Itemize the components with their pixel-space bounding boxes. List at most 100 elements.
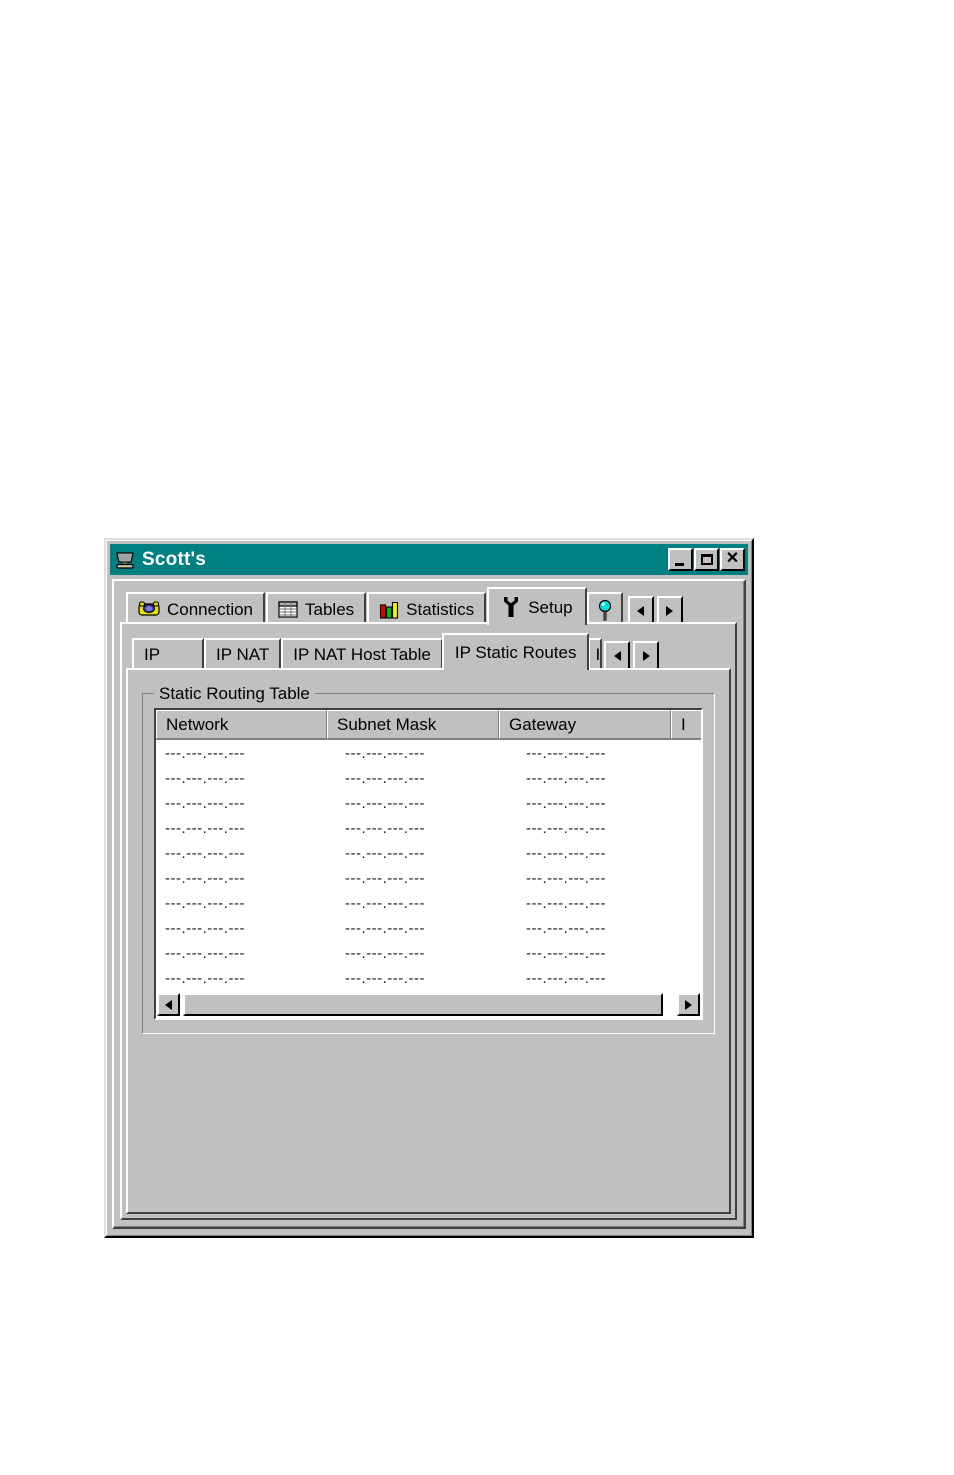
table-cell: ---.---.---.--- (165, 845, 245, 862)
subtab-partial[interactable]: I (588, 638, 603, 670)
table-cell: ---.---.---.--- (345, 845, 425, 862)
table-cell: ---.---.---.--- (526, 970, 606, 987)
table-row[interactable]: ---.---.---.--- ---.---.---.--- ---.---.--… (156, 916, 701, 941)
table-cell: ---.---.---.--- (345, 895, 425, 912)
close-button[interactable]: ✕ (720, 548, 745, 571)
table-row[interactable]: ---.---.---.--- ---.---.---.--- ---.---.--… (156, 791, 701, 816)
table-row[interactable]: ---.---.---.--- ---.---.---.--- ---.---.--… (156, 741, 701, 766)
pushpin-icon (596, 599, 614, 621)
chevron-right-icon (685, 999, 692, 1010)
table-cell: - (698, 745, 701, 762)
grid-header-row: Network Subnet Mask Gateway I (156, 710, 701, 740)
table-cell: ---.---.---.--- (165, 970, 245, 987)
wrench-icon (501, 596, 521, 618)
minimize-button[interactable] (668, 548, 693, 571)
table-cell: - (698, 770, 701, 787)
subtab-ip-nat-host-table-label: IP NAT Host Table (293, 645, 431, 664)
tab-tables[interactable]: Tables (266, 592, 367, 625)
subtab-partial-label: I (595, 645, 601, 664)
scrollbar-thumb[interactable] (183, 993, 663, 1016)
table-cell: ---.---.---.--- (165, 745, 245, 762)
bar-chart-icon (379, 601, 399, 619)
table-cell: ---.---.---.--- (345, 745, 425, 762)
chevron-left-icon (637, 605, 645, 616)
computer-icon (114, 549, 136, 571)
column-header-clipped[interactable]: I (671, 710, 701, 739)
tab-connection[interactable]: Connection (126, 592, 266, 625)
setup-tab-page: IP IP NAT IP NAT Host Table IP Static Ro… (120, 622, 737, 1220)
scroll-left-button[interactable] (157, 993, 180, 1016)
table-cell: ---.---.---.--- (526, 870, 606, 887)
table-cell: ---.---.---.--- (165, 945, 245, 962)
tab-pushpin[interactable] (586, 592, 623, 625)
main-tabs-scroll-right-button[interactable] (656, 596, 683, 625)
table-cell: ---.---.---.--- (165, 895, 245, 912)
table-row[interactable]: ---.---.---.--- ---.---.---.--- ---.---.--… (156, 766, 701, 791)
column-header-subnet-mask[interactable]: Subnet Mask (327, 710, 499, 739)
table-cell: - (698, 870, 701, 887)
table-row[interactable]: ---.---.---.--- ---.---.---.--- ---.---.--… (156, 941, 701, 966)
subtab-ip[interactable]: IP (132, 638, 204, 670)
subtab-ip-label: IP (144, 645, 161, 664)
column-header-network[interactable]: Network (156, 710, 327, 739)
title-bar[interactable]: Scott's ✕ (110, 544, 748, 575)
table-cell: ---.---.---.--- (345, 795, 425, 812)
column-header-gateway[interactable]: Gateway (499, 710, 671, 739)
table-cell: - (698, 795, 701, 812)
main-tab-strip: Connection Tables Statistics Setup (126, 587, 737, 625)
table-cell: ---.---.---.--- (526, 895, 606, 912)
chevron-left-icon (165, 999, 172, 1010)
tab-setup-label: Setup (528, 597, 573, 617)
static-routing-grid[interactable]: Network Subnet Mask Gateway I ---.---.--… (154, 708, 703, 1020)
subtab-ip-static-routes[interactable]: IP Static Routes (441, 633, 590, 670)
subtab-ip-nat[interactable]: IP NAT (204, 638, 282, 670)
tab-statistics[interactable]: Statistics (367, 592, 487, 625)
table-cell: ---.---.---.--- (165, 920, 245, 937)
table-cell: ---.---.---.--- (526, 845, 606, 862)
table-cell: ---.---.---.--- (165, 795, 245, 812)
tab-tables-label: Tables (305, 600, 355, 619)
ip-static-routes-page: Static Routing Table Network Subnet Mask… (126, 668, 731, 1214)
table-cell: ---.---.---.--- (345, 920, 425, 937)
table-cell: ---.---.---.--- (345, 945, 425, 962)
table-cell: - (698, 845, 701, 862)
grid-data-rows: ---.---.---.--- ---.---.---.--- ---.---.--… (156, 741, 701, 991)
table-cell: ---.---.---.--- (345, 970, 425, 987)
table-cell: ---.---.---.--- (165, 820, 245, 837)
table-row[interactable]: ---.---.---.--- ---.---.---.--- ---.---.--… (156, 891, 701, 916)
client-inner: Connection Tables Statistics Setup IP IP… (114, 581, 744, 1227)
telephone-icon (138, 601, 160, 618)
table-cell: ---.---.---.--- (526, 820, 606, 837)
maximize-glyph (700, 554, 713, 565)
table-cell: ---.---.---.--- (526, 945, 606, 962)
tab-setup[interactable]: Setup (487, 587, 587, 625)
main-tabs-scroll-left-button[interactable] (627, 596, 654, 625)
table-cell: ---.---.---.--- (345, 820, 425, 837)
tab-statistics-label: Statistics (406, 600, 475, 619)
maximize-button[interactable] (694, 548, 719, 571)
sub-tabs-scroll-left-button[interactable] (604, 641, 631, 670)
table-cell: - (698, 895, 701, 912)
table-cell: ---.---.---.--- (526, 770, 606, 787)
table-cell: ---.---.---.--- (345, 870, 425, 887)
table-row[interactable]: ---.---.---.--- ---.---.---.--- ---.---.--… (156, 866, 701, 891)
table-cell: ---.---.---.--- (526, 795, 606, 812)
table-cell: ---.---.---.--- (165, 770, 245, 787)
table-cell: - (698, 970, 701, 987)
grid-table-icon (278, 600, 298, 619)
application-window: Scott's ✕ Connection Tables Statistics S… (104, 538, 754, 1238)
chevron-right-icon (666, 605, 674, 616)
table-cell: ---.---.---.--- (165, 870, 245, 887)
table-cell: ---.---.---.--- (345, 770, 425, 787)
window-inner-frame: Scott's ✕ Connection Tables Statistics S… (106, 540, 752, 1236)
chevron-left-icon (613, 650, 621, 661)
sub-tabs-scroll-right-button[interactable] (633, 641, 660, 670)
table-row[interactable]: ---.---.---.--- ---.---.---.--- ---.---.--… (156, 816, 701, 841)
table-row[interactable]: ---.---.---.--- ---.---.---.--- ---.---.--… (156, 841, 701, 866)
subtab-ip-nat-host-table[interactable]: IP NAT Host Table (281, 638, 443, 670)
window-controls: ✕ (668, 548, 748, 571)
table-cell: - (698, 820, 701, 837)
grid-horizontal-scrollbar[interactable] (156, 991, 701, 1018)
scroll-right-button[interactable] (677, 993, 700, 1016)
table-row[interactable]: ---.---.---.--- ---.---.---.--- ---.---.--… (156, 966, 701, 991)
